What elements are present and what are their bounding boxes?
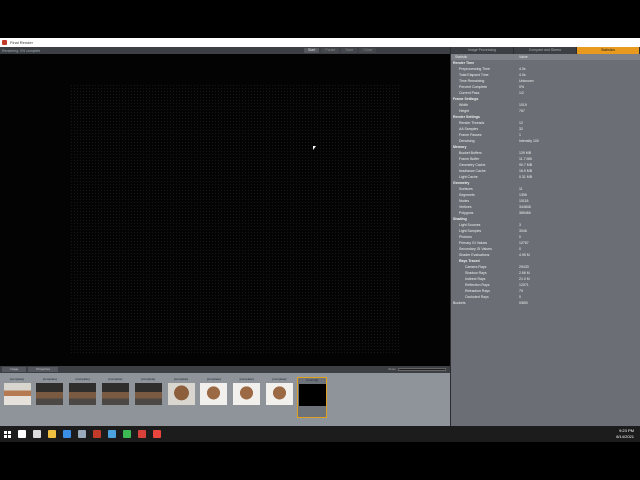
statistic-name: Buckets [453, 301, 466, 305]
thumbnail-image [200, 383, 228, 405]
render-window: Final Render Rendering: 0% complete Star… [0, 38, 640, 426]
window-title: Final Render [10, 40, 33, 45]
chrome-icon[interactable] [123, 430, 131, 438]
app-logo-icon [2, 40, 7, 45]
render-history-filmstrip: [complete] [complete] [complete] [complete]… [0, 373, 450, 426]
windows-taskbar: 9:23 PM 8/14/2021 [0, 426, 640, 442]
thumbnail-image [3, 383, 31, 405]
close-button[interactable]: Close [359, 48, 377, 53]
zoom-slider[interactable] [398, 367, 446, 371]
thumbnail-caption: [complete] [10, 377, 24, 381]
thumbnail-caption: [complete] [206, 377, 221, 381]
thumbnail-caption: [complete] [108, 377, 123, 381]
statistics-row: Buckets 0/800 [451, 300, 640, 306]
thumbnail-caption: [complete] [42, 377, 57, 381]
mouse-cursor-icon [313, 146, 316, 150]
thumbnail-image [265, 383, 293, 405]
mail-icon[interactable] [63, 430, 71, 438]
app-icon-red[interactable] [138, 430, 146, 438]
thumbnail-caption: [complete] [141, 377, 156, 381]
task-view-icon[interactable] [33, 430, 41, 438]
statistic-value: Intensity 100 [519, 139, 539, 143]
statistics-panel: Statistic Value Render Time Preprocessing… [451, 54, 640, 426]
clock-time: 9:23 PM [619, 428, 634, 433]
render-thumbnail[interactable]: [complete] [2, 377, 32, 418]
thumbnail-caption: [complete] [272, 377, 287, 381]
statistics-rows: Render Time Preprocessing Time 4.0s Total E… [451, 60, 640, 306]
thumbnail-caption: [running] [306, 378, 319, 382]
file-explorer-icon[interactable] [48, 430, 56, 438]
tab-image[interactable]: Image [2, 367, 27, 372]
render-toolbar: Rendering: 0% complete Start Pause Save … [0, 47, 450, 54]
render-thumbnail[interactable]: [complete] [35, 377, 65, 418]
tab-properties[interactable]: Properties [28, 367, 59, 372]
render-status: Rendering: 0% complete [2, 48, 41, 53]
clock-date: 8/14/2021 [616, 433, 634, 439]
render-thumbnail[interactable]: [complete] [264, 377, 294, 418]
letterbox-bottom [0, 442, 640, 480]
thumbnail-caption: [complete] [239, 377, 254, 381]
tab-image-processing[interactable]: Image Processing [451, 47, 514, 54]
app-icon-chrome2[interactable] [153, 430, 161, 438]
render-thumbnail[interactable]: [running] [297, 377, 328, 418]
tab-compare-and-stereo[interactable]: Compare and Stereo [514, 47, 577, 54]
render-viewport[interactable] [0, 54, 450, 366]
thumbnail-image [298, 384, 326, 406]
render-thumbnail[interactable]: [complete] [133, 377, 163, 418]
search-icon[interactable] [18, 430, 26, 438]
thumbnail-image [36, 383, 64, 405]
render-progress-noise [70, 84, 400, 354]
thumbnail-caption: [complete] [75, 377, 90, 381]
render-app-icon[interactable] [93, 430, 101, 438]
windows-start-icon[interactable] [4, 430, 11, 438]
right-panel-tabs: Image Processing Compare and Stereo Statis… [451, 47, 640, 54]
thumbnail-image [134, 383, 162, 405]
statistic-value: 389466 [519, 211, 531, 215]
statistic-value: 0/800 [519, 301, 528, 305]
render-thumbnail[interactable]: [complete] [68, 377, 98, 418]
render-thumbnail[interactable]: [complete] [166, 377, 196, 418]
render-thumbnail[interactable]: [complete] [199, 377, 229, 418]
letterbox-top [0, 0, 640, 38]
zoom-label: Zoom [388, 367, 396, 371]
viewport-bottom-toolbar: Image Properties Zoom [0, 366, 450, 373]
start-button[interactable]: Start [304, 48, 320, 53]
thumbnail-image [101, 383, 129, 405]
zoom-control: Zoom [388, 367, 446, 371]
save-button[interactable]: Save [341, 48, 358, 53]
edge-icon[interactable] [108, 430, 116, 438]
thumbnail-image [233, 383, 261, 405]
thumbnail-image [167, 383, 195, 405]
thumbnail-caption: [complete] [174, 377, 188, 381]
pause-button[interactable]: Pause [321, 48, 340, 53]
statistic-value: 0.31 MB [519, 175, 533, 179]
tab-statistics[interactable]: Statistics [577, 47, 640, 54]
system-clock[interactable]: 9:23 PM 8/14/2021 [616, 428, 634, 439]
notepad-icon[interactable] [78, 430, 86, 438]
render-thumbnail[interactable]: [complete] [232, 377, 262, 418]
render-thumbnail[interactable]: [complete] [100, 377, 130, 418]
thumbnail-image [69, 383, 97, 405]
title-bar: Final Render [0, 38, 640, 47]
